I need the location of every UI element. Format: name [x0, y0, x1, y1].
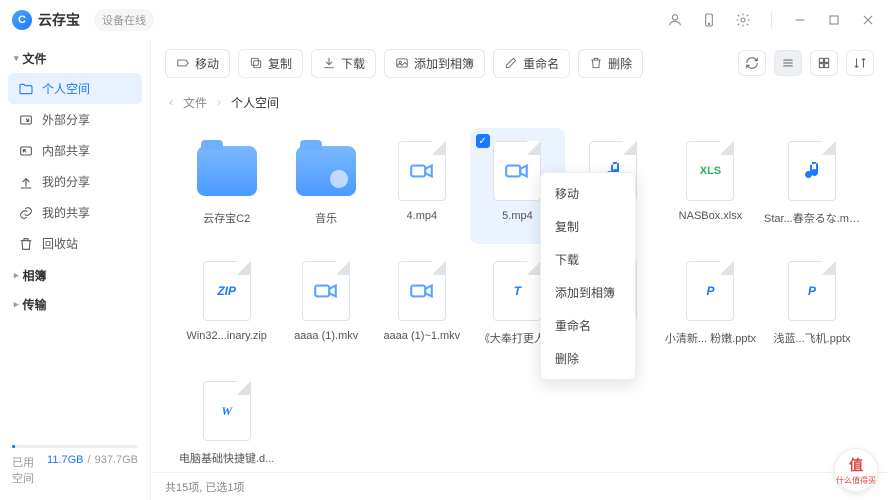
file-item[interactable]: Star...春奈るな.mp3: [760, 128, 864, 244]
breadcrumb-back[interactable]: ‹: [169, 95, 173, 109]
file-name: NASBox.xlsx: [679, 210, 743, 222]
sidebar-item-我的分享[interactable]: 我的分享: [8, 166, 142, 197]
settings-icon[interactable]: [735, 12, 751, 28]
download-button[interactable]: 下载: [311, 49, 376, 78]
file-name: 4.mp4: [407, 210, 438, 222]
file-item[interactable]: aaaa (1)~1.mkv: [374, 248, 470, 364]
file-thumb: [296, 136, 356, 206]
upload-icon: [18, 174, 34, 190]
file-thumb: [487, 136, 547, 206]
view-list-button[interactable]: [774, 50, 802, 76]
mobile-icon[interactable]: [701, 12, 717, 28]
sort-button[interactable]: [846, 50, 874, 76]
file-item[interactable]: 云存宝C2: [175, 128, 278, 244]
file-name: 云存宝C2: [203, 210, 250, 226]
sidebar-group-transfers[interactable]: ▸传输: [8, 290, 142, 319]
toolbar: 移动 复制 下载 添加到相簿 重命名 删除: [151, 40, 888, 86]
account-icon[interactable]: [667, 12, 683, 28]
context-menu-item[interactable]: 移动: [541, 177, 635, 210]
share-out-icon: [18, 112, 34, 128]
storage-info: 已用空间 11.7GB/937.7GB: [8, 439, 142, 496]
breadcrumb: ‹ 文件 › 个人空间: [151, 86, 888, 118]
sidebar: ▾文件 个人空间外部分享内部共享我的分享我的共享回收站 ▸相簿 ▸传输 已用空间…: [0, 40, 150, 500]
file-thumb: W: [197, 376, 257, 446]
file-thumb: P: [680, 256, 740, 326]
trash-icon: [18, 236, 34, 252]
copy-button[interactable]: 复制: [238, 49, 303, 78]
sidebar-item-内部共享[interactable]: 内部共享: [8, 135, 142, 166]
titlebar: C 云存宝 设备在线: [0, 0, 888, 40]
file-thumb: P: [782, 256, 842, 326]
chevron-right-icon: ▸: [14, 299, 19, 310]
sidebar-group-files[interactable]: ▾文件: [8, 44, 142, 73]
file-item[interactable]: P 浅蓝...飞机.pptx: [760, 248, 864, 364]
file-item[interactable]: P 小清新... 粉嫩.pptx: [661, 248, 760, 364]
chevron-right-icon: ▸: [14, 270, 19, 281]
watermark: 值 什么值得买: [834, 448, 878, 492]
context-menu-item[interactable]: 重命名: [541, 309, 635, 342]
file-name: 5.mp4: [502, 210, 533, 222]
logo-icon: C: [12, 10, 32, 30]
file-grid: 云存宝C2音乐4.mp45.mp4梅治.flacXLSNASBox.xlsxSt…: [151, 118, 888, 472]
app-logo: C 云存宝: [12, 10, 80, 30]
file-thumb: [392, 136, 452, 206]
file-name: 浅蓝...飞机.pptx: [773, 330, 850, 346]
file-thumb: T: [487, 256, 547, 326]
sidebar-item-外部分享[interactable]: 外部分享: [8, 104, 142, 135]
context-menu-item[interactable]: 添加到相簿: [541, 276, 635, 309]
file-name: Win32...inary.zip: [186, 330, 267, 342]
add-to-album-button[interactable]: 添加到相簿: [384, 49, 485, 78]
app-name: 云存宝: [38, 10, 80, 30]
context-menu-item[interactable]: 删除: [541, 342, 635, 375]
chevron-down-icon: ▾: [14, 53, 19, 64]
file-item[interactable]: ZIP Win32...inary.zip: [175, 248, 278, 364]
file-thumb: XLS: [680, 136, 740, 206]
delete-button[interactable]: 删除: [578, 49, 643, 78]
file-name: aaaa (1).mkv: [294, 330, 358, 342]
rename-button[interactable]: 重命名: [493, 49, 570, 78]
file-name: 音乐: [315, 210, 337, 226]
sidebar-item-个人空间[interactable]: 个人空间: [8, 73, 142, 104]
file-thumb: ZIP: [197, 256, 257, 326]
file-item[interactable]: 4.mp4: [374, 128, 470, 244]
file-thumb: [392, 256, 452, 326]
sidebar-item-回收站[interactable]: 回收站: [8, 228, 142, 259]
view-grid-button[interactable]: [810, 50, 838, 76]
file-thumb: [782, 136, 842, 206]
statusbar: 共15项, 已选1项: [151, 472, 888, 500]
file-item[interactable]: W 电脑基础快捷键.d...: [175, 368, 278, 472]
refresh-button[interactable]: [738, 50, 766, 76]
folder-icon: [18, 81, 34, 97]
context-menu-item[interactable]: 下载: [541, 243, 635, 276]
move-button[interactable]: 移动: [165, 49, 230, 78]
file-item[interactable]: 音乐: [278, 128, 374, 244]
sidebar-group-albums[interactable]: ▸相簿: [8, 261, 142, 290]
maximize-icon[interactable]: [826, 12, 842, 28]
minimize-icon[interactable]: [792, 12, 808, 28]
link-icon: [18, 205, 34, 221]
context-menu: 移动复制下载添加到相簿重命名删除: [540, 172, 636, 380]
breadcrumb-current[interactable]: 个人空间: [231, 94, 279, 111]
breadcrumb-root[interactable]: 文件: [183, 94, 207, 111]
close-icon[interactable]: [860, 12, 876, 28]
share-in-icon: [18, 143, 34, 159]
context-menu-item[interactable]: 复制: [541, 210, 635, 243]
file-thumb: [296, 256, 356, 326]
sidebar-item-我的共享[interactable]: 我的共享: [8, 197, 142, 228]
file-item[interactable]: XLS NASBox.xlsx: [661, 128, 760, 244]
file-thumb: [197, 136, 257, 206]
file-name: Star...春奈るな.mp3: [764, 210, 860, 226]
file-item[interactable]: aaaa (1).mkv: [278, 248, 374, 364]
file-name: 小清新... 粉嫩.pptx: [665, 330, 756, 346]
device-status-badge: 设备在线: [94, 9, 154, 31]
file-name: aaaa (1)~1.mkv: [383, 330, 460, 342]
file-name: 电脑基础快捷键.d...: [179, 450, 274, 466]
